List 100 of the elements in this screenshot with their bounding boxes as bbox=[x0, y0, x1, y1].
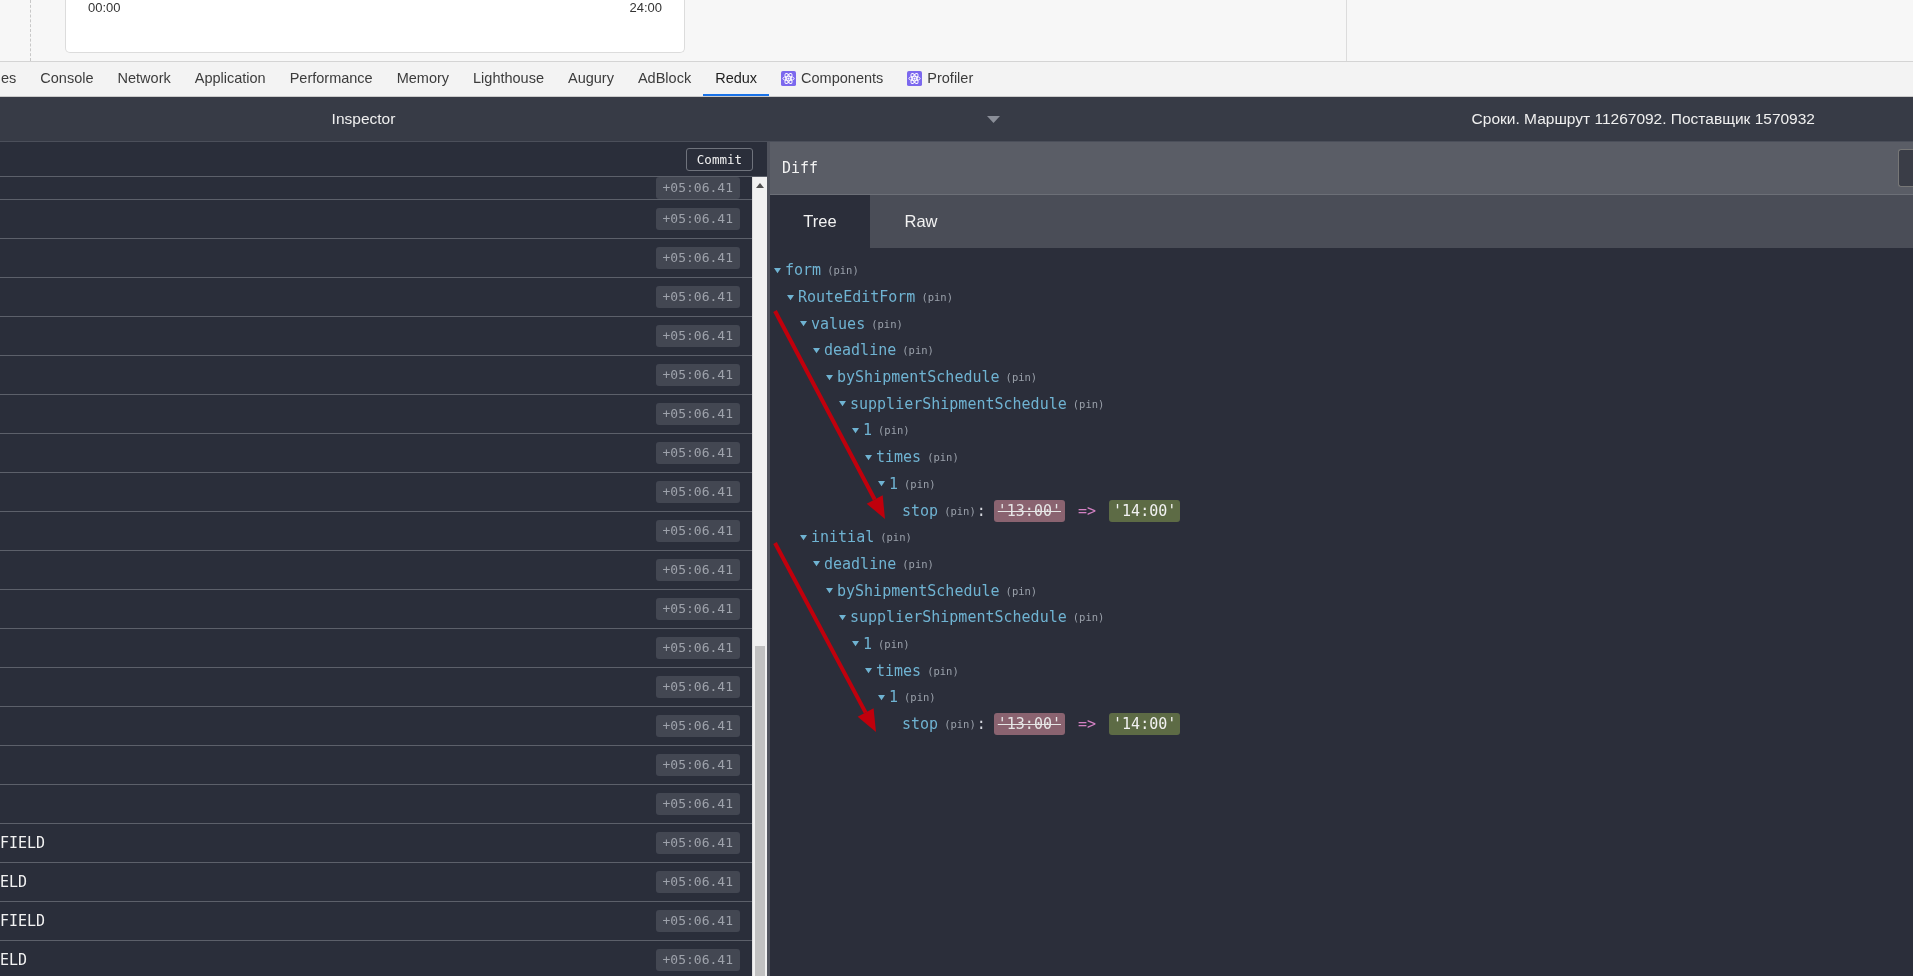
inspector-title: Inspector bbox=[331, 110, 396, 128]
view-tab[interactable]: Tree bbox=[770, 195, 870, 248]
action-label: ELD bbox=[0, 951, 28, 969]
action-row[interactable]: +05:06.41 bbox=[0, 707, 752, 746]
action-row[interactable]: +05:06.41 bbox=[0, 239, 752, 278]
time-badge: +05:06.41 bbox=[655, 871, 740, 893]
tree-key[interactable]: values bbox=[811, 314, 866, 333]
caret-icon[interactable] bbox=[852, 426, 859, 434]
action-row[interactable]: +05:06.41 bbox=[0, 356, 752, 395]
pin-link[interactable]: (pin) bbox=[927, 451, 959, 464]
tree-key[interactable]: supplierShipmentSchedule bbox=[850, 394, 1067, 413]
devtools-tab[interactable]: Lighthouse bbox=[461, 62, 556, 96]
view-tab[interactable]: Raw bbox=[870, 195, 972, 248]
caret-icon[interactable] bbox=[813, 346, 820, 354]
devtools-tab[interactable]: es bbox=[1, 62, 29, 96]
caret-icon[interactable] bbox=[787, 293, 794, 301]
pin-link[interactable]: (pin) bbox=[871, 317, 903, 330]
action-row[interactable]: +05:06.41 bbox=[0, 512, 752, 551]
action-row[interactable]: +05:06.41 bbox=[0, 473, 752, 512]
time-badge: +05:06.41 bbox=[655, 637, 740, 659]
action-row[interactable]: +05:06.41 bbox=[0, 590, 752, 629]
action-row[interactable]: +05:06.41 bbox=[0, 629, 752, 668]
devtools-tab[interactable]: Memory bbox=[384, 62, 462, 96]
tree-key[interactable]: byShipmentSchedule bbox=[837, 368, 1000, 387]
scroll-up-icon[interactable] bbox=[756, 183, 764, 188]
pin-link[interactable]: (pin) bbox=[944, 504, 976, 517]
devtools-tab[interactable]: Profiler bbox=[895, 62, 986, 96]
caret-icon[interactable] bbox=[839, 400, 846, 408]
devtools-tab[interactable]: Augury bbox=[556, 62, 626, 96]
action-row[interactable]: FIELD +05:06.41 bbox=[0, 824, 752, 863]
action-row[interactable]: FIELD +05:06.41 bbox=[0, 902, 752, 941]
pin-link[interactable]: (pin) bbox=[1005, 584, 1038, 597]
pin-link[interactable]: (pin) bbox=[944, 718, 976, 731]
tree-key[interactable]: byShipmentSchedule bbox=[837, 581, 1000, 600]
caret-icon[interactable] bbox=[800, 533, 807, 541]
caret-icon[interactable] bbox=[826, 587, 833, 595]
pin-link[interactable]: (pin) bbox=[1072, 397, 1105, 410]
devtools-tab[interactable]: Components bbox=[769, 62, 896, 96]
tree-key[interactable]: form bbox=[785, 261, 822, 280]
pin-link[interactable]: (pin) bbox=[880, 531, 912, 544]
devtools-tab[interactable]: Performance bbox=[277, 62, 385, 96]
pin-link[interactable]: (pin) bbox=[878, 637, 910, 650]
caret-icon[interactable] bbox=[800, 320, 807, 328]
scrollbar[interactable] bbox=[752, 177, 767, 976]
caret-icon[interactable] bbox=[813, 560, 820, 568]
tree-key[interactable]: deadline bbox=[824, 341, 897, 360]
caret-icon[interactable] bbox=[839, 613, 846, 621]
pin-link[interactable]: (pin) bbox=[927, 664, 959, 677]
tree-key[interactable]: times bbox=[876, 661, 922, 680]
caret-icon[interactable] bbox=[852, 640, 859, 648]
action-row[interactable]: +05:06.41 bbox=[0, 668, 752, 707]
time-badge: +05:06.41 bbox=[655, 247, 740, 269]
devtools-tab[interactable]: Console bbox=[28, 62, 106, 96]
action-row[interactable]: +05:06.41 bbox=[0, 278, 752, 317]
tree-key[interactable]: times bbox=[876, 448, 922, 467]
pin-link[interactable]: (pin) bbox=[902, 344, 934, 357]
scroll-thumb[interactable] bbox=[755, 646, 765, 976]
separator-text: : bbox=[976, 501, 986, 520]
tree-key[interactable]: supplierShipmentSchedule bbox=[850, 608, 1067, 627]
caret-icon[interactable] bbox=[865, 667, 872, 675]
tree-key[interactable]: deadline bbox=[824, 554, 897, 573]
tree-key[interactable]: stop bbox=[902, 501, 939, 520]
pin-link[interactable]: (pin) bbox=[904, 477, 936, 490]
pin-link[interactable]: (pin) bbox=[902, 557, 934, 570]
caret-icon[interactable] bbox=[774, 266, 781, 274]
pin-link[interactable]: (pin) bbox=[904, 691, 936, 704]
tree-key[interactable]: 1 bbox=[863, 421, 873, 440]
devtools-tab[interactable]: Network bbox=[105, 62, 183, 96]
devtools-tab[interactable]: AdBlock bbox=[625, 62, 704, 96]
pin-link[interactable]: (pin) bbox=[921, 291, 953, 304]
tree-key[interactable]: RouteEditForm bbox=[798, 288, 916, 307]
caret-icon[interactable] bbox=[878, 693, 885, 701]
action-row[interactable]: +05:06.41 bbox=[0, 551, 752, 590]
action-row[interactable]: +05:06.41 bbox=[0, 746, 752, 785]
dropdown-caret-icon[interactable] bbox=[987, 115, 1000, 123]
caret-icon[interactable] bbox=[865, 453, 872, 461]
action-row[interactable]: ELD +05:06.41 bbox=[0, 941, 752, 976]
tree-key[interactable]: 1 bbox=[889, 474, 899, 493]
action-row[interactable]: +05:06.41 bbox=[0, 200, 752, 239]
tree-key[interactable]: stop bbox=[902, 715, 939, 734]
time-label: 24:00 bbox=[629, 0, 662, 15]
pin-link[interactable]: (pin) bbox=[1072, 611, 1105, 624]
tree-key[interactable]: 1 bbox=[889, 688, 899, 707]
caret-icon[interactable] bbox=[878, 480, 885, 488]
tree-key[interactable]: initial bbox=[811, 528, 875, 547]
action-row[interactable]: +05:06.41 bbox=[0, 785, 752, 824]
caret-icon[interactable] bbox=[826, 373, 833, 381]
commit-button[interactable]: Commit bbox=[685, 147, 753, 171]
action-row[interactable]: +05:06.41 bbox=[0, 317, 752, 356]
header-button[interactable] bbox=[1898, 149, 1913, 187]
action-row[interactable]: +05:06.41 bbox=[0, 177, 752, 200]
devtools-tab[interactable]: Application bbox=[182, 62, 278, 96]
pin-link[interactable]: (pin) bbox=[827, 264, 859, 277]
action-row[interactable]: +05:06.41 bbox=[0, 434, 752, 473]
action-label: FIELD bbox=[0, 834, 46, 852]
pin-link[interactable]: (pin) bbox=[878, 424, 910, 437]
action-row[interactable]: ELD +05:06.41 bbox=[0, 863, 752, 902]
action-row[interactable]: +05:06.41 bbox=[0, 395, 752, 434]
tree-key[interactable]: 1 bbox=[863, 634, 873, 653]
pin-link[interactable]: (pin) bbox=[1005, 371, 1038, 384]
